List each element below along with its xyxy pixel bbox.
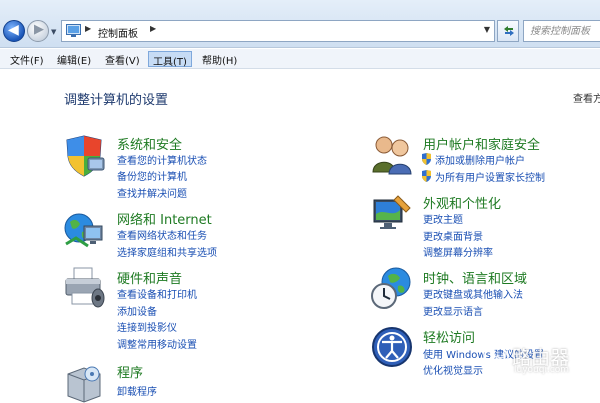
arrow-right-icon: ▶: [34, 22, 44, 37]
link-devices-printers[interactable]: 查看设备和打印机: [117, 286, 197, 301]
watermark: 路由器 luyouqi.com: [482, 343, 600, 377]
link-screen-resolution[interactable]: 调整屏幕分辨率: [423, 244, 493, 259]
back-button[interactable]: ◀: [3, 20, 25, 42]
link-parental-controls-label: 为所有用户设置家长控制: [435, 173, 545, 184]
address-toolbar: ◀ ▶ ▼ ▶ 控制面板 ▶ ▼: [0, 0, 600, 48]
search-box[interactable]: [523, 20, 600, 42]
link-optimize-visual-display[interactable]: 优化视觉显示: [423, 362, 483, 377]
link-mobility-settings[interactable]: 调整常用移动设置: [117, 336, 197, 351]
security-shield-icon[interactable]: [62, 134, 106, 178]
link-add-remove-users[interactable]: 添加或删除用户帐户: [421, 152, 525, 167]
router-logo-icon: [483, 346, 509, 372]
menu-tools[interactable]: 工具(T): [148, 51, 192, 68]
history-dropdown-icon[interactable]: ▼: [51, 28, 56, 36]
category-hardware-sound[interactable]: 硬件和声音: [117, 268, 182, 287]
printer-icon[interactable]: [62, 266, 106, 310]
breadcrumb-control-panel[interactable]: 控制面板: [98, 25, 138, 40]
appearance-monitor-icon[interactable]: [370, 192, 414, 236]
link-keyboard-input[interactable]: 更改键盘或其他输入法: [423, 286, 523, 301]
link-connect-projector[interactable]: 连接到投影仪: [117, 319, 177, 334]
network-globe-icon[interactable]: [62, 208, 106, 252]
menu-file[interactable]: 文件(F): [6, 51, 48, 67]
address-bar[interactable]: ▶ 控制面板 ▶ ▼: [61, 20, 495, 42]
category-user-accounts[interactable]: 用户帐户和家庭安全: [423, 134, 540, 153]
link-desktop-background[interactable]: 更改桌面背景: [423, 228, 483, 243]
link-add-device[interactable]: 添加设备: [117, 303, 157, 318]
arrow-left-icon: ◀: [8, 22, 19, 38]
menu-help[interactable]: 帮助(H): [198, 51, 241, 67]
link-troubleshoot[interactable]: 查找并解决问题: [117, 185, 187, 200]
address-dropdown-icon[interactable]: ▼: [484, 25, 490, 34]
forward-button[interactable]: ▶: [27, 20, 49, 42]
category-clock-region[interactable]: 时钟、语言和区域: [423, 268, 527, 287]
link-change-theme[interactable]: 更改主题: [423, 211, 463, 226]
link-homegroup-sharing[interactable]: 选择家庭组和共享选项: [117, 244, 217, 259]
user-accounts-icon[interactable]: [370, 132, 414, 176]
category-programs[interactable]: 程序: [117, 362, 143, 381]
link-display-language[interactable]: 更改显示语言: [423, 303, 483, 318]
link-uninstall-program[interactable]: 卸载程序: [117, 383, 157, 398]
link-network-status[interactable]: 查看网络状态和任务: [117, 227, 207, 242]
ease-of-access-icon[interactable]: [370, 325, 414, 369]
menu-bar: 文件(F) 编辑(E) 查看(V) 工具(T) 帮助(H): [0, 49, 600, 69]
page-title: 调整计算机的设置: [64, 93, 169, 108]
programs-box-icon[interactable]: [62, 360, 106, 403]
chevron-right-icon[interactable]: ▶: [150, 24, 156, 33]
link-add-remove-users-label: 添加或删除用户帐户: [435, 156, 525, 167]
refresh-button[interactable]: [497, 20, 519, 42]
category-ease-of-access[interactable]: 轻松访问: [423, 327, 475, 346]
category-appearance[interactable]: 外观和个性化: [423, 193, 501, 212]
refresh-icon: [504, 26, 514, 36]
menu-view[interactable]: 查看(V): [101, 51, 144, 67]
clock-globe-icon[interactable]: [370, 266, 414, 310]
uac-shield-icon: [422, 170, 431, 182]
menu-edit[interactable]: 编辑(E): [53, 51, 95, 67]
control-panel-icon: [66, 24, 81, 37]
link-view-computer-status[interactable]: 查看您的计算机状态: [117, 152, 207, 167]
chevron-right-icon[interactable]: ▶: [85, 24, 91, 33]
watermark-url: luyouqi.com: [514, 365, 570, 375]
category-network-internet[interactable]: 网络和 Internet: [117, 209, 212, 228]
search-input[interactable]: [530, 24, 600, 39]
category-system-security[interactable]: 系统和安全: [117, 134, 182, 153]
link-backup-computer[interactable]: 备份您的计算机: [117, 168, 187, 183]
link-parental-controls[interactable]: 为所有用户设置家长控制: [421, 169, 545, 184]
uac-shield-icon: [422, 153, 431, 165]
view-by-label[interactable]: 查看方: [573, 90, 600, 105]
